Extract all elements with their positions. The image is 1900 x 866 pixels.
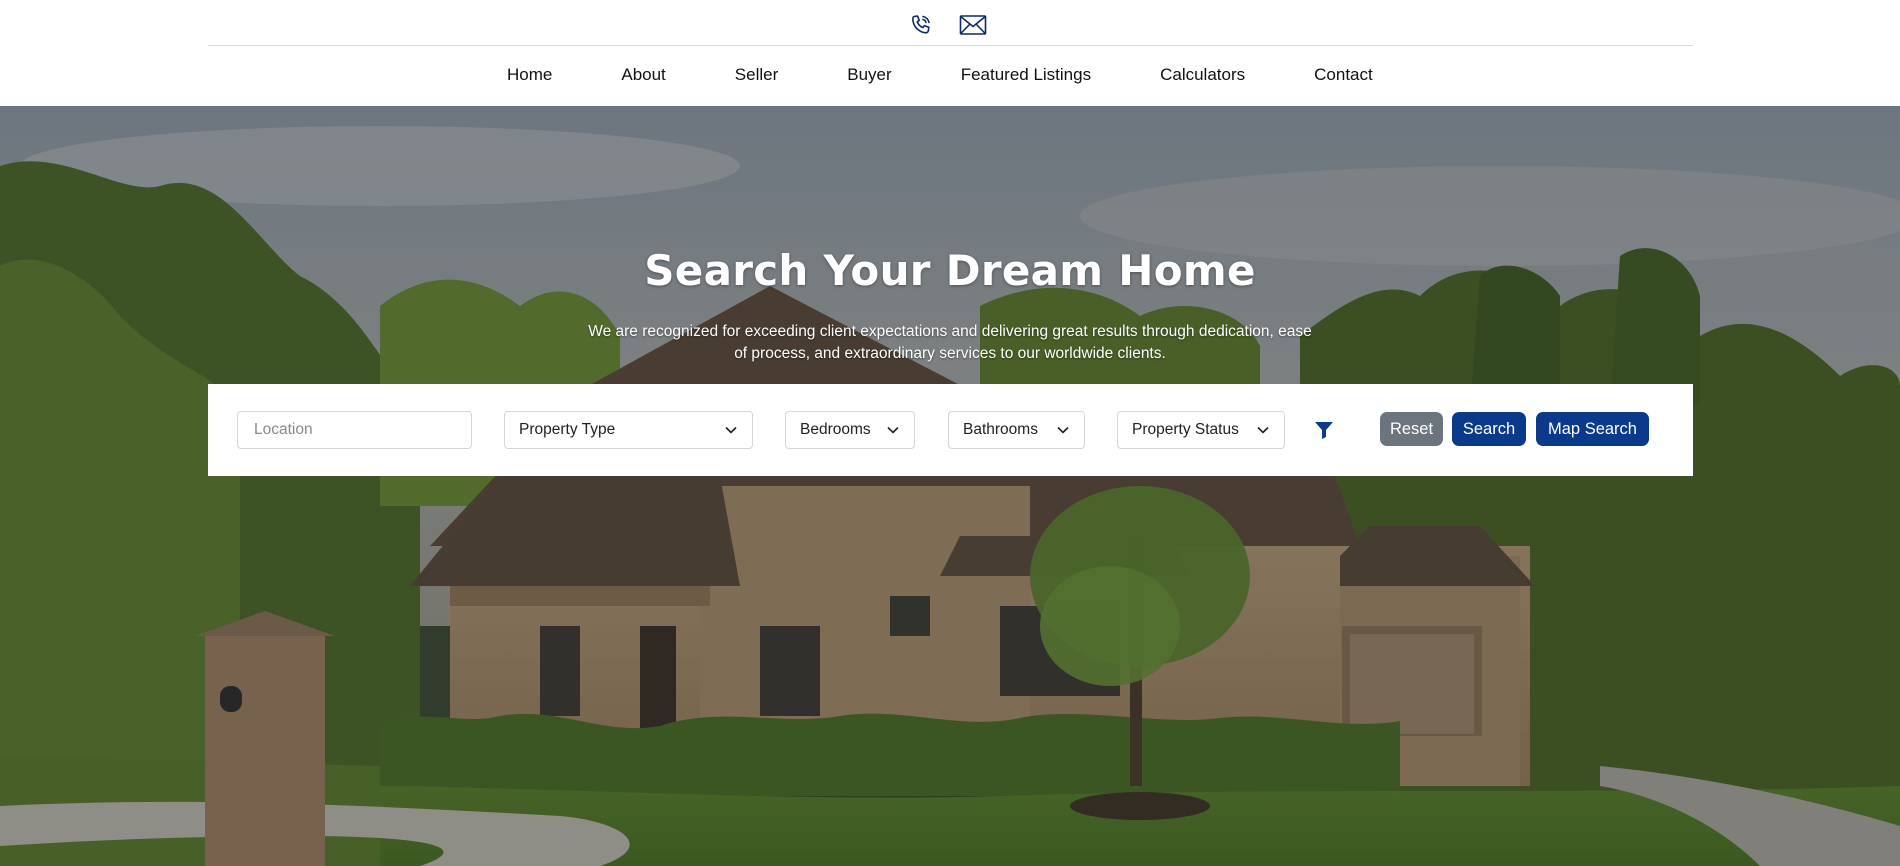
property-type-select[interactable]: Property Type: [504, 411, 753, 449]
hero-subtitle: We are recognized for exceeding client e…: [588, 323, 1312, 362]
chevron-down-icon: [1057, 426, 1069, 434]
filter-icon[interactable]: [1314, 420, 1334, 440]
hero-title: Search Your Dream Home: [644, 246, 1256, 295]
map-search-button[interactable]: Map Search: [1536, 412, 1649, 446]
hero-section: Search Your Dream Home We are recognized…: [0, 106, 1900, 866]
chevron-down-icon: [725, 426, 737, 434]
mail-icon[interactable]: [958, 10, 988, 40]
nav-featured-listings[interactable]: Featured Listings: [961, 65, 1091, 85]
property-status-label: Property Status: [1132, 421, 1239, 438]
contact-icons: [906, 10, 988, 40]
reset-button[interactable]: Reset: [1380, 412, 1443, 446]
hero-overlay: [0, 106, 1900, 866]
nav-seller[interactable]: Seller: [735, 65, 778, 85]
main-nav: Home About Seller Buyer Featured Listing…: [507, 62, 1373, 88]
property-type-label: Property Type: [519, 421, 616, 438]
bedrooms-select[interactable]: Bedrooms: [785, 411, 915, 449]
bedrooms-label: Bedrooms: [800, 421, 871, 438]
search-button[interactable]: Search: [1452, 412, 1526, 446]
nav-calculators[interactable]: Calculators: [1160, 65, 1245, 85]
location-input[interactable]: [252, 420, 457, 440]
site-header: Home About Seller Buyer Featured Listing…: [0, 0, 1900, 106]
bathrooms-select[interactable]: Bathrooms: [948, 411, 1085, 449]
nav-buyer[interactable]: Buyer: [847, 65, 891, 85]
nav-contact[interactable]: Contact: [1314, 65, 1373, 85]
nav-home[interactable]: Home: [507, 65, 552, 85]
location-field[interactable]: [237, 411, 472, 449]
header-divider: [208, 45, 1693, 46]
phone-icon[interactable]: [906, 10, 936, 40]
bathrooms-label: Bathrooms: [963, 421, 1038, 438]
nav-about[interactable]: About: [621, 65, 665, 85]
property-status-select[interactable]: Property Status: [1117, 411, 1285, 449]
chevron-down-icon: [1257, 426, 1269, 434]
chevron-down-icon: [887, 426, 899, 434]
property-search-panel: Property Type Bedrooms Bathrooms Propert…: [208, 384, 1693, 476]
